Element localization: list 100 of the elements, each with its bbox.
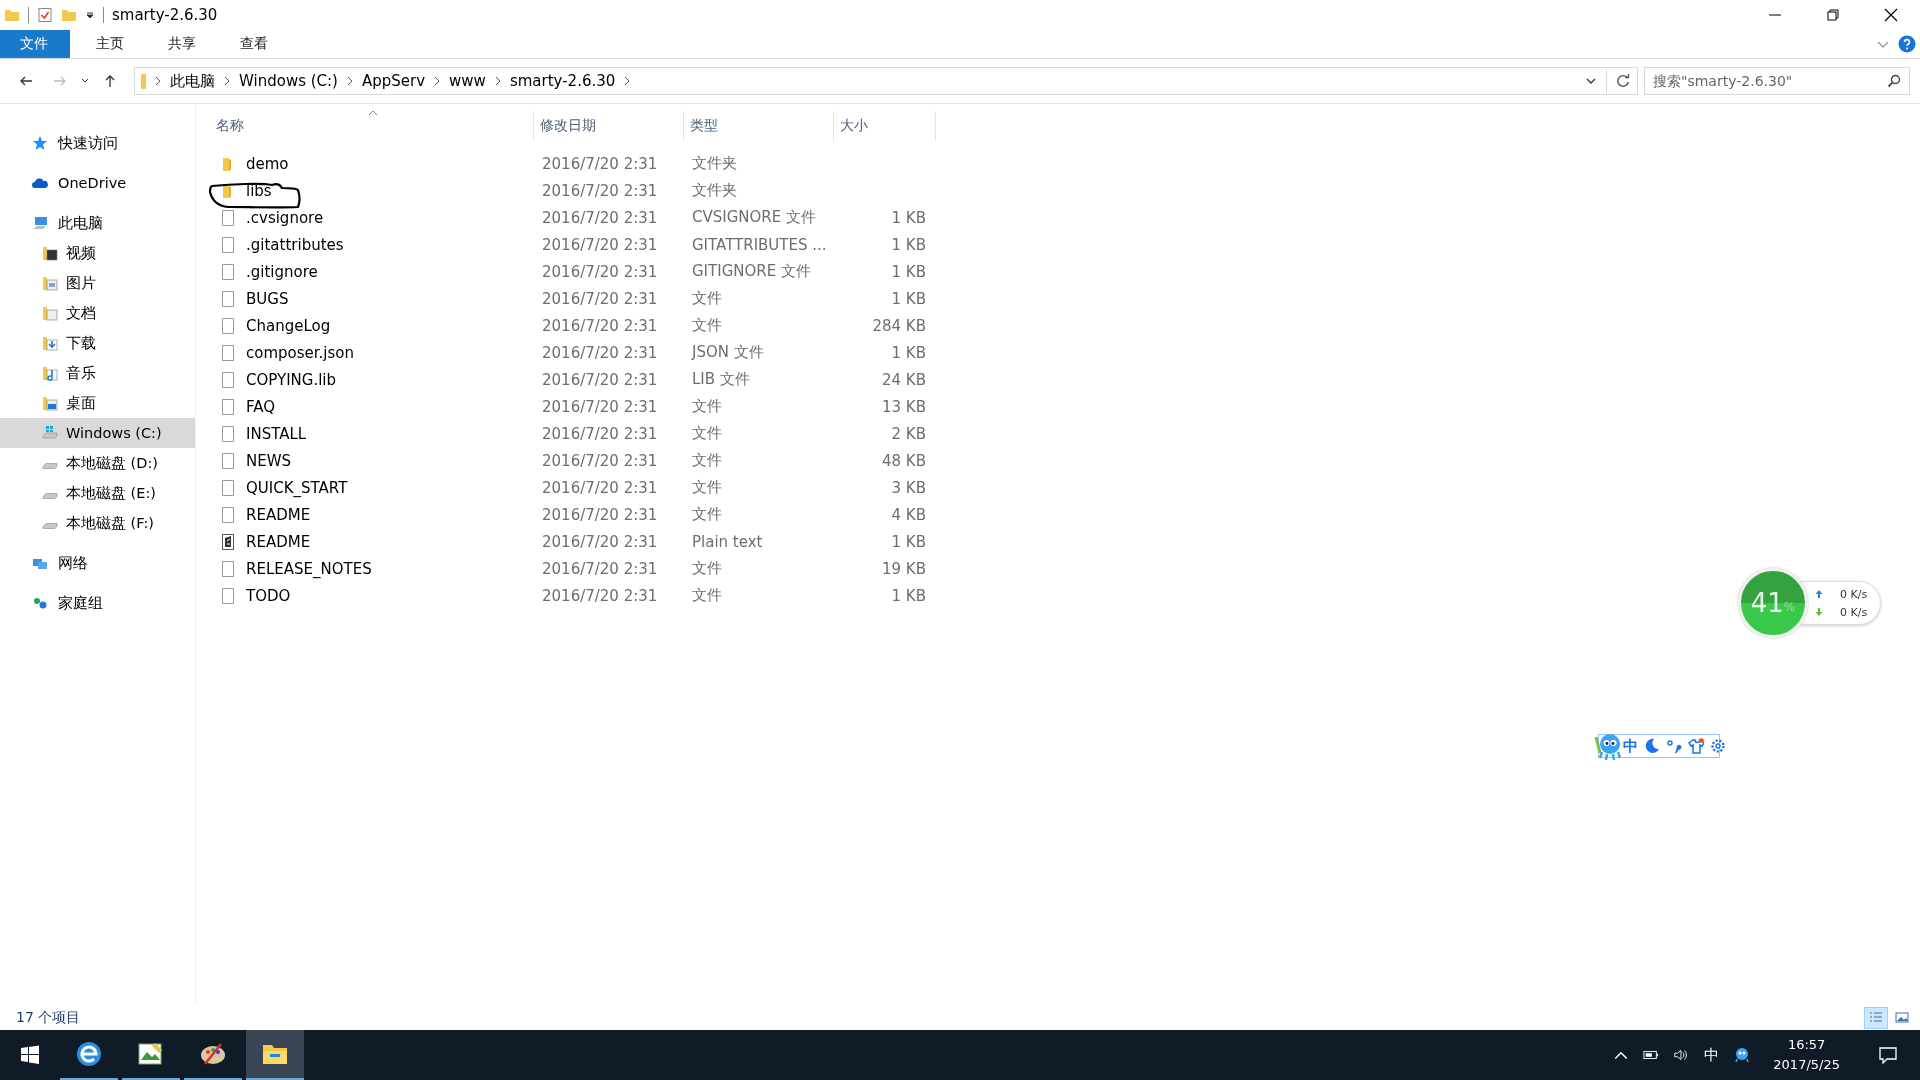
nav-item[interactable]: 桌面 [0, 388, 195, 418]
chevron-right-icon[interactable] [223, 76, 231, 86]
help-icon[interactable] [1898, 35, 1916, 53]
drive-icon [42, 493, 58, 499]
column-header[interactable]: 修改日期 [534, 111, 684, 141]
nav-item[interactable]: 下载 [0, 328, 195, 358]
address-bar[interactable]: 此电脑 Windows (C:) AppServ www smarty-2.6.30 [134, 67, 1638, 95]
folder-icon [4, 7, 20, 23]
breadcrumb-item[interactable]: 此电脑 [170, 71, 215, 91]
file-name[interactable]: ChangeLog [246, 316, 331, 335]
star-icon [32, 135, 48, 151]
file-name[interactable]: FAQ [246, 397, 276, 416]
settings-icon[interactable] [1710, 738, 1726, 754]
date-cell-text: 2016/7/20 2:31 [541, 532, 659, 551]
type-cell-text: 文件 [691, 505, 723, 524]
file-name[interactable]: BUGS [246, 289, 289, 308]
column-header[interactable]: 大小 [834, 111, 936, 141]
column-header[interactable]: 类型 [684, 111, 834, 141]
file-name[interactable]: .gitignore [246, 262, 318, 281]
type-cell-text: 文件 [691, 397, 723, 416]
file-icon [220, 209, 236, 226]
input-mode-toggle[interactable]: 中 [1623, 736, 1638, 756]
explorer-taskbar-button[interactable] [246, 1030, 304, 1080]
file-name[interactable]: COPYING.lib [246, 370, 337, 389]
nav-item[interactable]: 本地磁盘 (F:) [0, 508, 195, 538]
download-speed: 0 K/s [1840, 605, 1868, 619]
file-icon [220, 425, 236, 442]
nav-item[interactable]: 本地磁盘 (D:) [0, 448, 195, 478]
breadcrumb-item[interactable]: AppServ [361, 72, 426, 90]
nav-item[interactable]: 视频 [0, 238, 195, 268]
library-folder-icon [42, 245, 58, 261]
type-cell-text: 文件夹 [691, 181, 738, 200]
type-cell-text: 文件 [691, 316, 723, 335]
input-method-indicator[interactable]: 中 [1696, 1045, 1728, 1065]
library-folder-icon [42, 305, 58, 321]
percent-sign: % [1783, 600, 1796, 614]
date-cell-text: 2016/7/20 2:31 [541, 559, 659, 578]
ribbon-tab[interactable]: 共享 [150, 30, 214, 58]
homegroup-icon [32, 595, 48, 611]
file-name[interactable]: libs [246, 181, 272, 200]
shirt-icon[interactable] [1688, 738, 1704, 754]
nav-item[interactable]: 快速访问 [0, 128, 195, 158]
chevron-right-icon[interactable] [345, 76, 354, 86]
octopus-mascot-icon[interactable] [1593, 731, 1623, 761]
file-name[interactable]: RELEASE_NOTES [246, 559, 372, 578]
image-editor-icon [137, 1040, 165, 1068]
breadcrumb-item[interactable]: smarty-2.6.30 [509, 72, 616, 90]
file-icon [220, 452, 236, 469]
type-cell-text: 文件 [691, 451, 723, 470]
refresh-icon[interactable] [1615, 73, 1631, 89]
file-name[interactable]: README [246, 505, 311, 524]
column-header[interactable]: 名称 [210, 111, 534, 141]
drive-icon [42, 463, 58, 469]
ribbon-tab[interactable]: 主页 [78, 30, 142, 58]
size-cell: 19 KB [882, 559, 926, 578]
nav-item[interactable]: OneDrive [0, 168, 195, 198]
file-name[interactable]: .gitattributes [246, 235, 344, 254]
file-name[interactable]: README [246, 532, 311, 551]
type-cell-text: Plain text [691, 532, 764, 551]
file-icon [220, 371, 236, 388]
size-cell: 1 KB [891, 235, 926, 254]
nav-item[interactable]: 此电脑 [0, 208, 195, 238]
file-name[interactable]: NEWS [246, 451, 292, 470]
breadcrumb-item[interactable]: www [449, 72, 486, 90]
chevron-right-icon[interactable] [493, 76, 502, 86]
size-cell: 48 KB [882, 451, 926, 470]
nav-item[interactable]: 本地磁盘 (E:) [0, 478, 195, 508]
file-name[interactable]: composer.json [246, 343, 354, 362]
size-cell: 1 KB [891, 532, 926, 551]
file-name[interactable]: QUICK_START [246, 478, 348, 497]
file-name[interactable]: INSTALL [246, 424, 307, 443]
search-field[interactable]: 搜索"smarty-2.6.30" [1644, 67, 1910, 95]
nav-item[interactable]: 家庭组 [0, 588, 195, 618]
nav-item[interactable]: 文档 [0, 298, 195, 328]
nav-item[interactable]: 网络 [0, 548, 195, 578]
file-tab[interactable]: 文件 [0, 30, 70, 58]
window-title: smarty-2.6.30 [112, 6, 218, 24]
clock-date: 2017/5/25 [1773, 1056, 1840, 1074]
properties-icon[interactable] [37, 7, 53, 23]
breadcrumb-item[interactable]: Windows (C:) [239, 72, 338, 90]
moon-icon[interactable] [1644, 738, 1660, 754]
file-name[interactable]: .cvsignore [246, 208, 324, 227]
chevron-right-icon[interactable] [433, 76, 442, 86]
dropdown-icon[interactable] [85, 10, 95, 20]
size-cell: 2 KB [891, 424, 926, 443]
chevron-right-icon[interactable] [623, 76, 632, 86]
date-cell-text: 2016/7/20 2:31 [541, 397, 659, 416]
nav-item[interactable]: 图片 [0, 268, 195, 298]
search-icon[interactable] [1887, 74, 1901, 88]
nav-item[interactable]: 音乐 [0, 358, 195, 388]
file-name[interactable]: demo [246, 154, 289, 173]
ribbon-tab[interactable]: 查看 [222, 30, 286, 58]
item-count: 17 个项目 [16, 1008, 81, 1027]
punctuation-icon[interactable] [1666, 738, 1682, 754]
sort-caret-icon [368, 110, 378, 116]
clock[interactable]: 16:57 2017/5/25 [1757, 1035, 1856, 1075]
date-cell-text: 2016/7/20 2:31 [541, 451, 659, 470]
file-name[interactable]: TODO [246, 586, 291, 605]
library-folder-icon [42, 395, 58, 411]
nav-item[interactable]: Windows (C:) [0, 418, 195, 448]
